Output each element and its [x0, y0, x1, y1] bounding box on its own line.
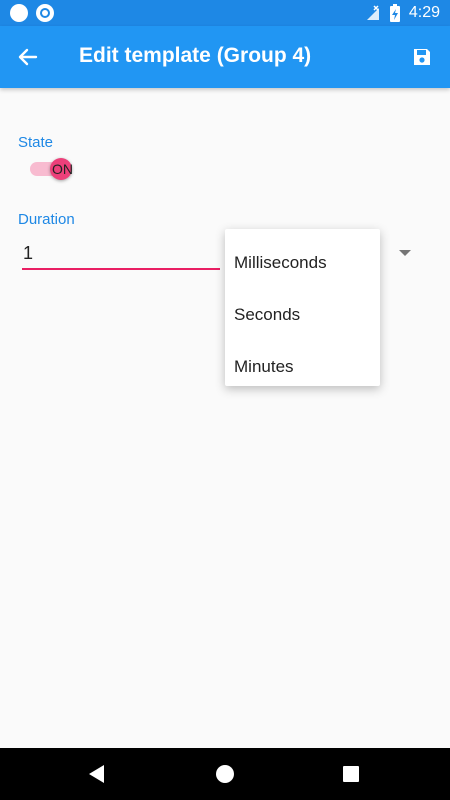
nav-home-icon[interactable]: [216, 765, 234, 783]
menu-item-minutes[interactable]: Minutes: [225, 341, 380, 393]
unit-dropdown-arrow-icon[interactable]: [399, 250, 411, 256]
battery-charging-icon: [389, 4, 400, 22]
save-icon: [414, 49, 430, 65]
state-switch[interactable]: ON: [30, 158, 74, 180]
page-title: Edit template (Group 4): [79, 44, 312, 67]
sync-circle-icon: [36, 4, 54, 22]
unit-dropdown-menu: Milliseconds Seconds Minutes: [225, 229, 380, 386]
notification-circle-icon: [10, 4, 28, 22]
menu-item-milliseconds[interactable]: Milliseconds: [225, 237, 380, 289]
menu-item-seconds[interactable]: Seconds: [225, 289, 380, 341]
app-bar: Edit template (Group 4): [0, 26, 450, 88]
state-label: State: [18, 134, 54, 151]
arrow-back-icon: [18, 48, 38, 66]
save-button[interactable]: [408, 43, 436, 71]
system-nav-bar: [0, 748, 450, 800]
status-bar: 4:29: [0, 0, 450, 26]
nav-back-icon[interactable]: [89, 765, 104, 783]
status-time: 4:29: [408, 4, 440, 21]
nav-recent-apps-icon[interactable]: [343, 766, 359, 782]
duration-label: Duration: [18, 211, 75, 228]
switch-state-text: ON: [52, 161, 73, 177]
duration-input[interactable]: [22, 238, 220, 270]
back-button[interactable]: [14, 43, 42, 71]
no-signal-icon: [366, 5, 379, 20]
